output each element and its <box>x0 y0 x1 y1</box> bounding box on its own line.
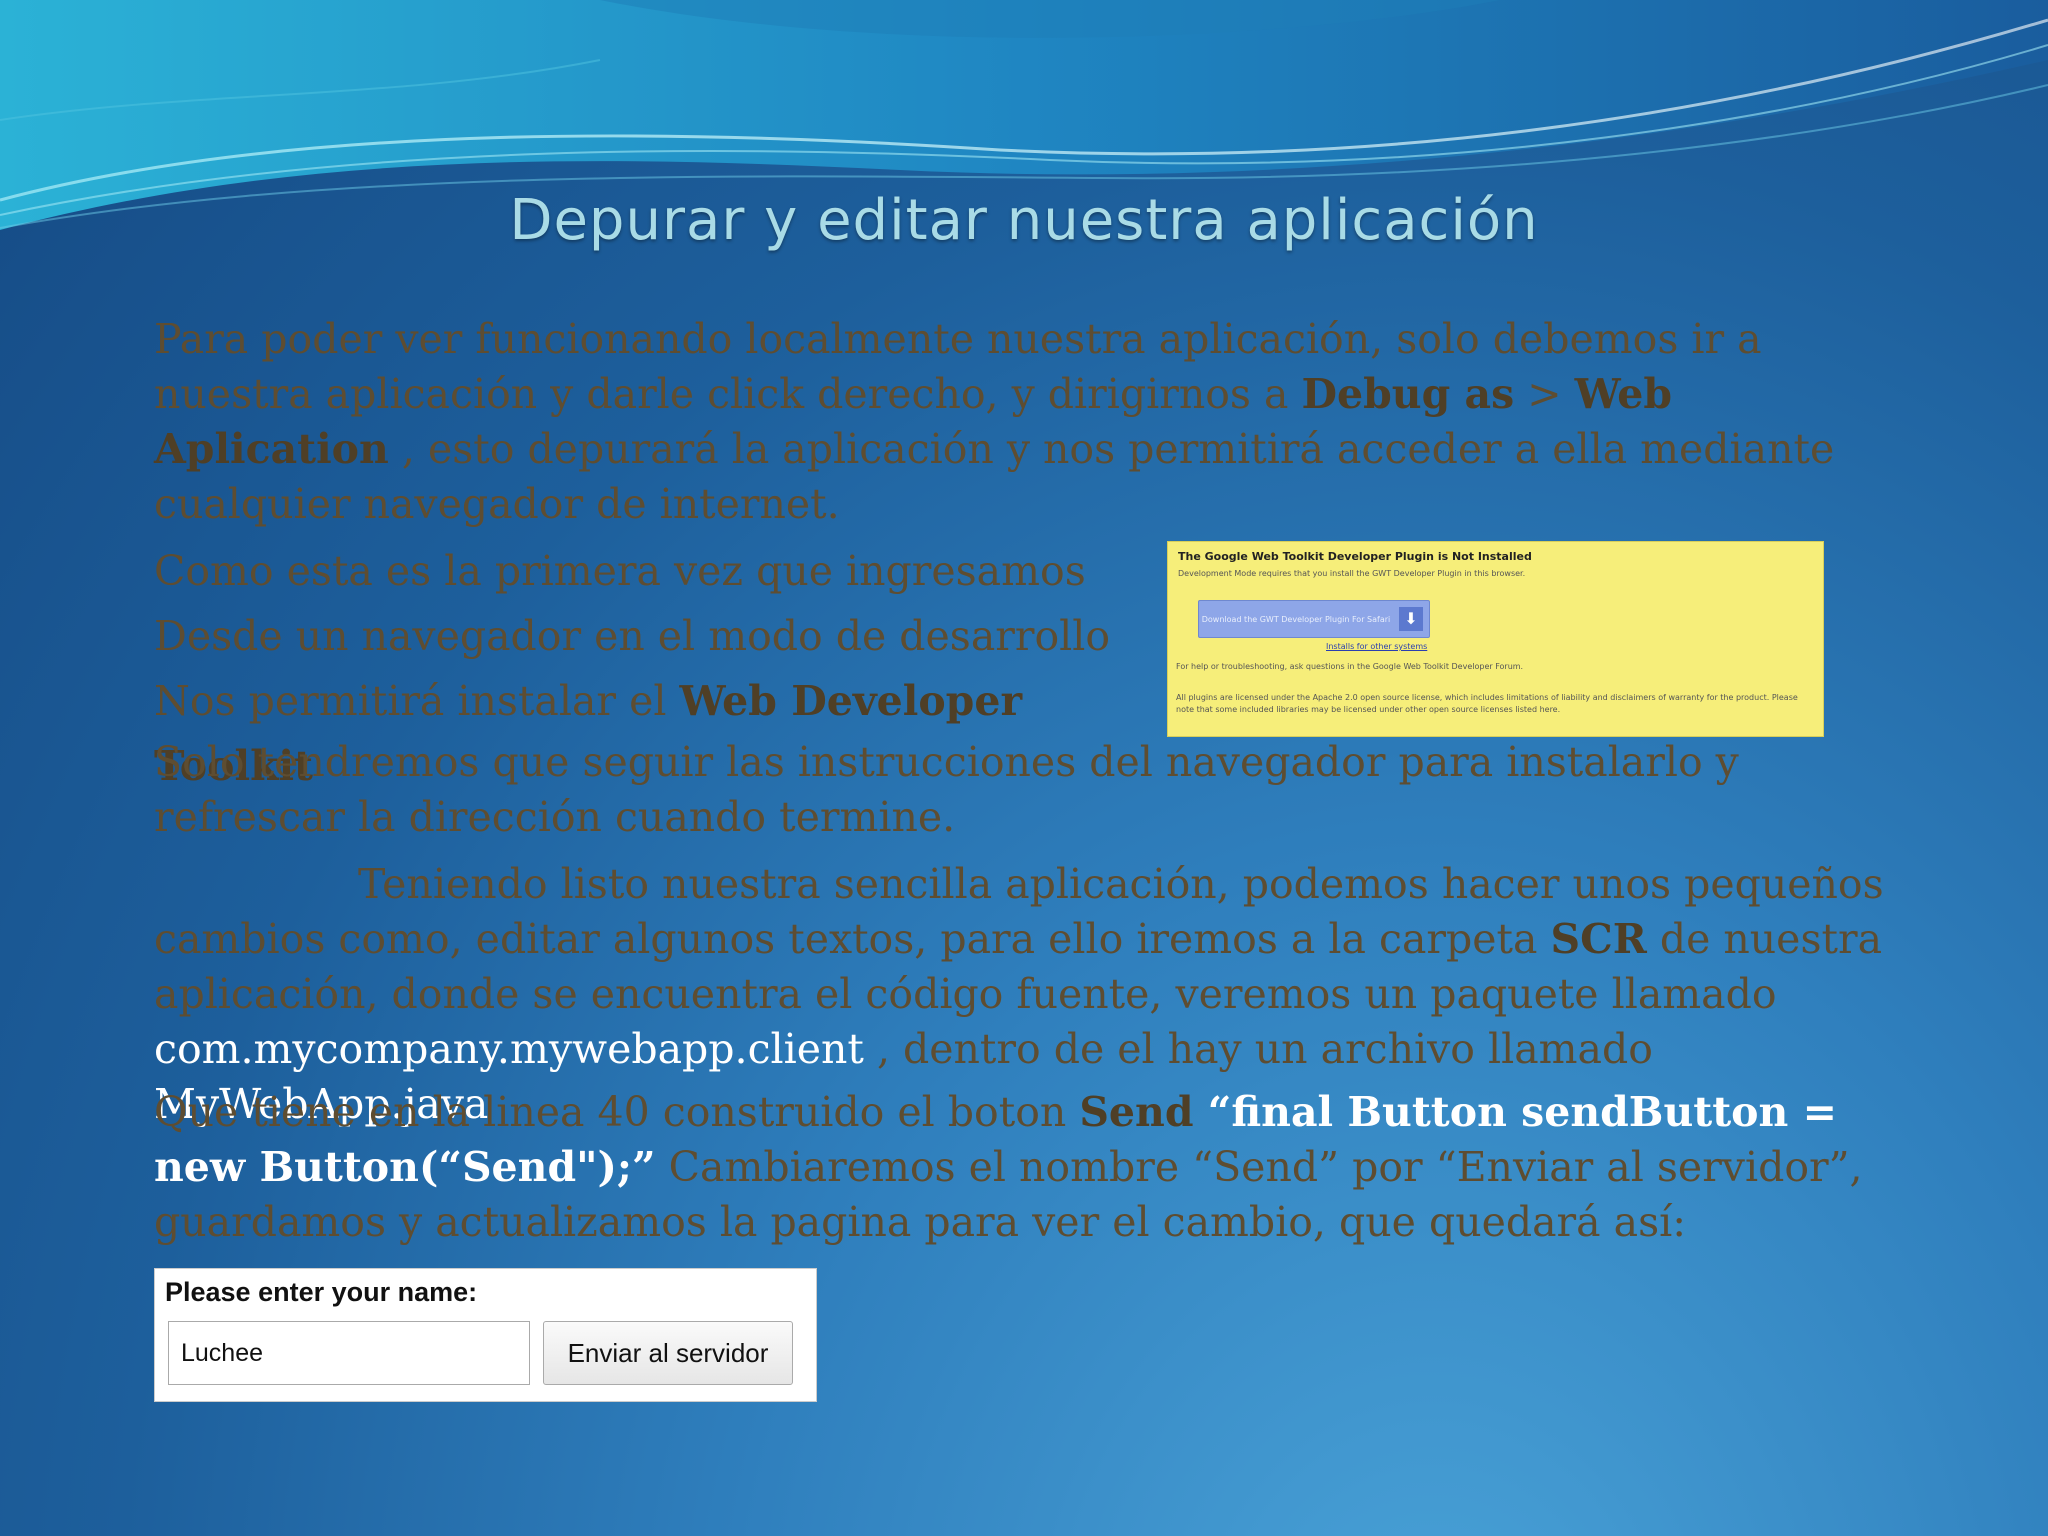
paragraph-send-button: Que tiene en la linea 40 construido el b… <box>154 1085 1914 1250</box>
debug-as-label: Debug as <box>1301 370 1515 418</box>
send-to-server-button[interactable]: Enviar al servidor <box>543 1321 793 1385</box>
paragraph-line: Desde un navegador en el modo de desarro… <box>154 612 1111 660</box>
scr-folder-label: SCR <box>1550 915 1647 963</box>
paragraph-text: , esto depurará la aplicación y nos perm… <box>154 425 1835 528</box>
gwt-form-screenshot: Please enter your name: Enviar al servid… <box>154 1268 817 1402</box>
download-plugin-label: Download the GWT Developer Plugin For Sa… <box>1201 614 1391 624</box>
plugin-help-text: For help or troubleshooting, ask questio… <box>1176 662 1524 671</box>
other-systems-link: Installs for other systems <box>1326 642 1428 651</box>
download-arrow-icon: ⬇ <box>1399 607 1423 631</box>
paragraph-text: > <box>1514 370 1575 418</box>
plugin-subtitle: Development Mode requires that you insta… <box>1178 569 1526 578</box>
plugin-title: The Google Web Toolkit Developer Plugin … <box>1178 550 1532 563</box>
paragraph-text: , dentro de el hay un archivo llamado <box>863 1025 1653 1073</box>
name-input[interactable] <box>168 1321 530 1385</box>
package-name: com.mycompany.mywebapp.client <box>154 1025 864 1073</box>
download-plugin-button: Download the GWT Developer Plugin For Sa… <box>1198 600 1430 638</box>
plugin-license-text: All plugins are licensed under the Apach… <box>1176 693 1798 714</box>
paragraph-line: Como esta es la primera vez que ingresam… <box>154 547 1086 595</box>
paragraph-follow-instructions: Solo tendremos que seguir las instruccio… <box>154 738 1739 841</box>
send-label: Send <box>1079 1088 1194 1136</box>
gwt-plugin-screenshot: The Google Web Toolkit Developer Plugin … <box>1167 541 1824 737</box>
paragraph-line: Nos permitirá instalar el <box>154 677 680 725</box>
slide-title: Depurar y editar nuestra aplicación <box>509 188 1539 253</box>
paragraph-text: Que tiene en la linea 40 construido el b… <box>154 1088 1080 1136</box>
name-prompt-label: Please enter your name: <box>165 1277 478 1307</box>
paragraph-debug-instructions: Para poder ver funcionando localmente nu… <box>154 312 1914 532</box>
